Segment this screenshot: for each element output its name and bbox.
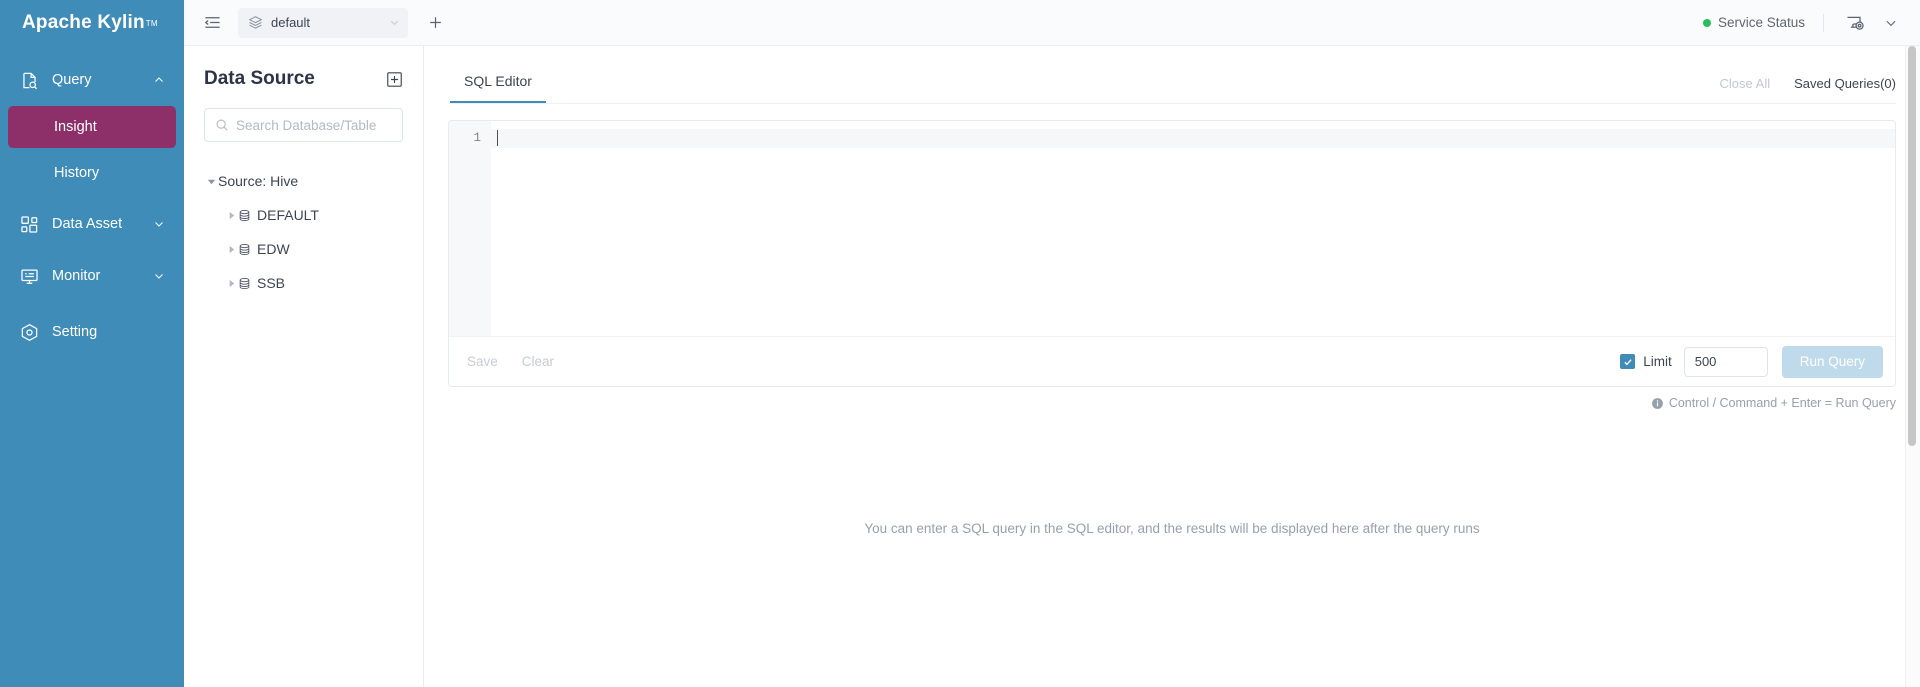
add-project-button[interactable] [420,8,450,38]
tree-node-source-hive-label: Source: Hive [218,173,298,189]
page-title: Data Source [204,68,315,90]
caret-right-icon[interactable] [224,211,238,220]
app-root: Apache KylinTM Query Insight [0,0,1920,687]
result-placeholder-text: You can enter a SQL query in the SQL edi… [864,521,1479,536]
search-icon [215,118,229,132]
data-source-panel: Data Source [184,46,424,687]
sidebar-item-query[interactable]: Query [0,58,184,102]
body-row: Data Source [184,46,1920,687]
brand-name: Apache Kylin [22,12,145,34]
save-button[interactable]: Save [467,354,498,369]
result-placeholder: You can enter a SQL query in the SQL edi… [448,410,1896,687]
scrollbar-thumb[interactable] [1908,46,1916,446]
data-asset-grid-icon [18,213,40,235]
tree-node-source-hive[interactable]: Source: Hive [204,164,403,198]
search-database-table-box[interactable] [204,108,403,142]
chevron-up-icon [152,73,166,87]
monitor-screen-icon [18,265,40,287]
query-doc-search-icon [18,69,40,91]
shortcut-hint: Control / Command + Enter = Run Query [448,396,1896,410]
saved-queries-button[interactable]: Saved Queries(0) [1794,76,1896,91]
database-icon [238,209,251,222]
limit-input[interactable] [1684,347,1768,377]
topbar-divider [1823,14,1824,32]
close-all-button[interactable]: Close All [1720,76,1771,91]
sidebar-nav: Query Insight History [0,46,184,354]
tree-node-database-edw[interactable]: EDW [204,232,403,266]
tab-sql-editor-label: SQL Editor [464,73,532,89]
tree-node-database-ssb[interactable]: SSB [204,266,403,300]
database-icon [238,243,251,256]
caret-right-icon[interactable] [224,245,238,254]
text-caret [497,130,498,146]
sql-editor-card: 1 Save Clear [448,120,1896,387]
sidebar-item-monitor[interactable]: Monitor [0,254,184,298]
sidebar-item-setting[interactable]: Setting [0,310,184,354]
sidebar-item-query-label: Query [52,72,152,88]
caret-right-icon[interactable] [224,279,238,288]
sidebar-item-insight-label: Insight [54,119,97,135]
data-source-header: Data Source [204,68,403,90]
limit-group: Limit Run Query [1620,346,1883,378]
editor-gutter: 1 [449,121,491,336]
sidebar-item-history[interactable]: History [8,152,176,194]
user-menu-chevron-down-icon[interactable] [1884,16,1898,30]
brand-logo: Apache KylinTM [0,0,184,46]
chevron-down-icon [152,269,166,283]
active-line-highlight [491,129,1895,148]
sidebar-item-monitor-label: Monitor [52,268,152,284]
tree-node-database-default[interactable]: DEFAULT [204,198,403,232]
service-status[interactable]: Service Status [1703,15,1805,30]
service-status-label: Service Status [1718,15,1805,30]
sidebar-item-setting-label: Setting [52,324,166,340]
system-capacity-icon[interactable] [1842,10,1868,36]
run-query-button[interactable]: Run Query [1782,346,1883,378]
tab-actions: Close All Saved Queries(0) [1696,76,1896,103]
add-data-source-icon[interactable] [386,71,403,88]
tree-node-database-edw-label: EDW [257,241,290,257]
tree-node-database-ssb-label: SSB [257,275,285,291]
sidebar-item-data-asset-label: Data Asset [52,216,152,232]
right-container: default Service Status [184,0,1920,687]
tab-sql-editor[interactable]: SQL Editor [450,61,546,103]
sidebar-item-history-label: History [54,165,99,181]
chevron-down-icon [389,17,400,28]
chevron-down-icon [152,217,166,231]
setting-hexagon-icon [18,321,40,343]
layers-icon [248,15,263,30]
status-dot [1703,19,1711,27]
project-selector[interactable]: default [238,8,408,38]
limit-label: Limit [1643,354,1672,369]
tabs-row: SQL Editor Close All Saved Queries(0) [448,60,1896,104]
sidebar: Apache KylinTM Query Insight [0,0,184,687]
tree-node-database-default-label: DEFAULT [257,207,319,223]
collapse-sidebar-icon[interactable] [198,9,226,37]
database-icon [238,277,251,290]
editor-line-number: 1 [449,129,481,148]
sidebar-item-data-asset[interactable]: Data Asset [0,202,184,246]
editor-code-area[interactable] [491,121,1895,336]
editor-footer: Save Clear Limit Run Query [449,336,1895,386]
sql-editor-area[interactable]: 1 [449,121,1895,336]
sidebar-item-insight[interactable]: Insight [8,106,176,148]
main-content: SQL Editor Close All Saved Queries(0) 1 [424,46,1920,687]
limit-checkbox[interactable] [1620,354,1635,369]
shortcut-hint-text: Control / Command + Enter = Run Query [1669,396,1896,410]
clear-button[interactable]: Clear [522,354,554,369]
top-bar: default Service Status [184,0,1920,46]
search-input[interactable] [236,118,392,133]
brand-trademark: TM [146,19,158,28]
project-name: default [271,15,375,30]
info-icon [1651,397,1664,410]
caret-down-icon[interactable] [204,177,218,186]
